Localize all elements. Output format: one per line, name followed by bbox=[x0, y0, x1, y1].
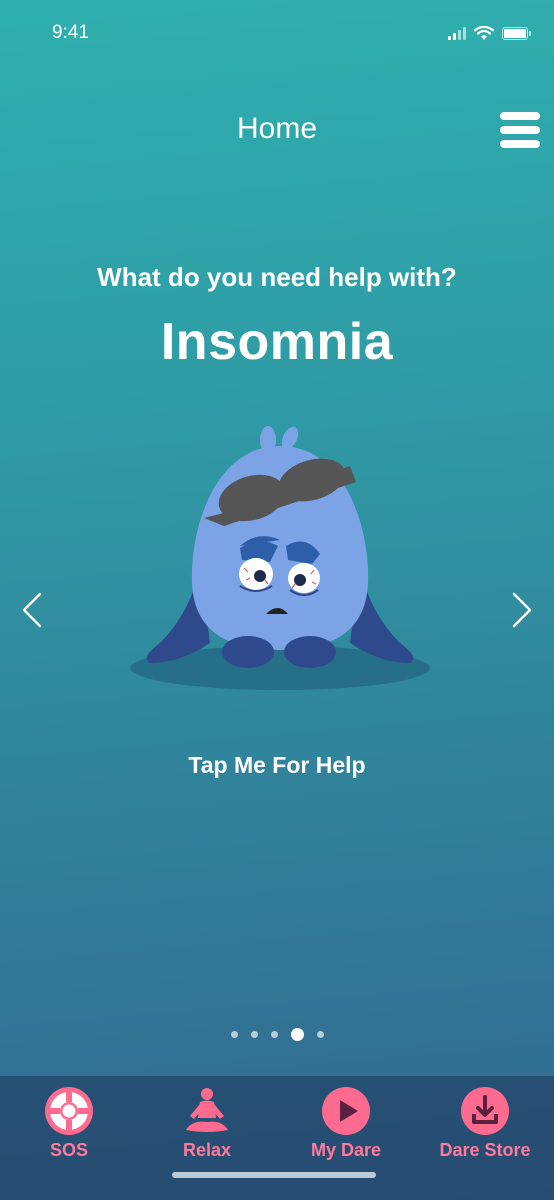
status-icons bbox=[448, 26, 531, 41]
page-dot-active[interactable] bbox=[290, 1028, 304, 1041]
play-icon bbox=[322, 1087, 370, 1135]
page-dot[interactable] bbox=[270, 1031, 278, 1038]
chevron-right-icon[interactable] bbox=[500, 588, 540, 632]
tap-for-help-label[interactable]: Tap Me For Help bbox=[0, 752, 554, 779]
status-bar: 9:41 bbox=[0, 0, 554, 70]
meditation-icon bbox=[186, 1088, 228, 1132]
tab-label: Dare Store bbox=[439, 1140, 531, 1160]
tab-sos[interactable]: SOS bbox=[0, 1086, 138, 1161]
tab-relax[interactable]: Relax bbox=[138, 1086, 276, 1161]
battery-icon bbox=[502, 27, 531, 40]
tab-label: Relax bbox=[182, 1140, 232, 1160]
tab-bar: SOS Relax My Dare Dare Store bbox=[0, 1076, 554, 1200]
home-indicator[interactable] bbox=[172, 1172, 376, 1178]
page-indicator bbox=[0, 1028, 554, 1041]
hamburger-menu-icon[interactable] bbox=[500, 110, 540, 150]
page-dot[interactable] bbox=[230, 1031, 238, 1038]
topic-title: Insomnia bbox=[160, 313, 394, 371]
download-icon bbox=[461, 1087, 509, 1135]
tab-dare-store[interactable]: Dare Store bbox=[416, 1086, 554, 1161]
help-prompt: What do you need help with? bbox=[97, 262, 457, 292]
page-dot[interactable] bbox=[316, 1031, 324, 1038]
sleepy-mascot[interactable] bbox=[120, 418, 440, 708]
status-time: 9:41 bbox=[52, 22, 89, 43]
page-dot[interactable] bbox=[250, 1031, 258, 1038]
tab-label: SOS bbox=[49, 1140, 88, 1160]
tab-label: My Dare bbox=[310, 1140, 382, 1160]
lifebuoy-icon bbox=[45, 1087, 93, 1135]
page-title: Home bbox=[236, 112, 318, 145]
tab-my-dare[interactable]: My Dare bbox=[277, 1086, 415, 1161]
chevron-left-icon[interactable] bbox=[14, 588, 54, 632]
wifi-icon bbox=[474, 26, 494, 40]
cellular-signal-icon bbox=[448, 27, 466, 40]
